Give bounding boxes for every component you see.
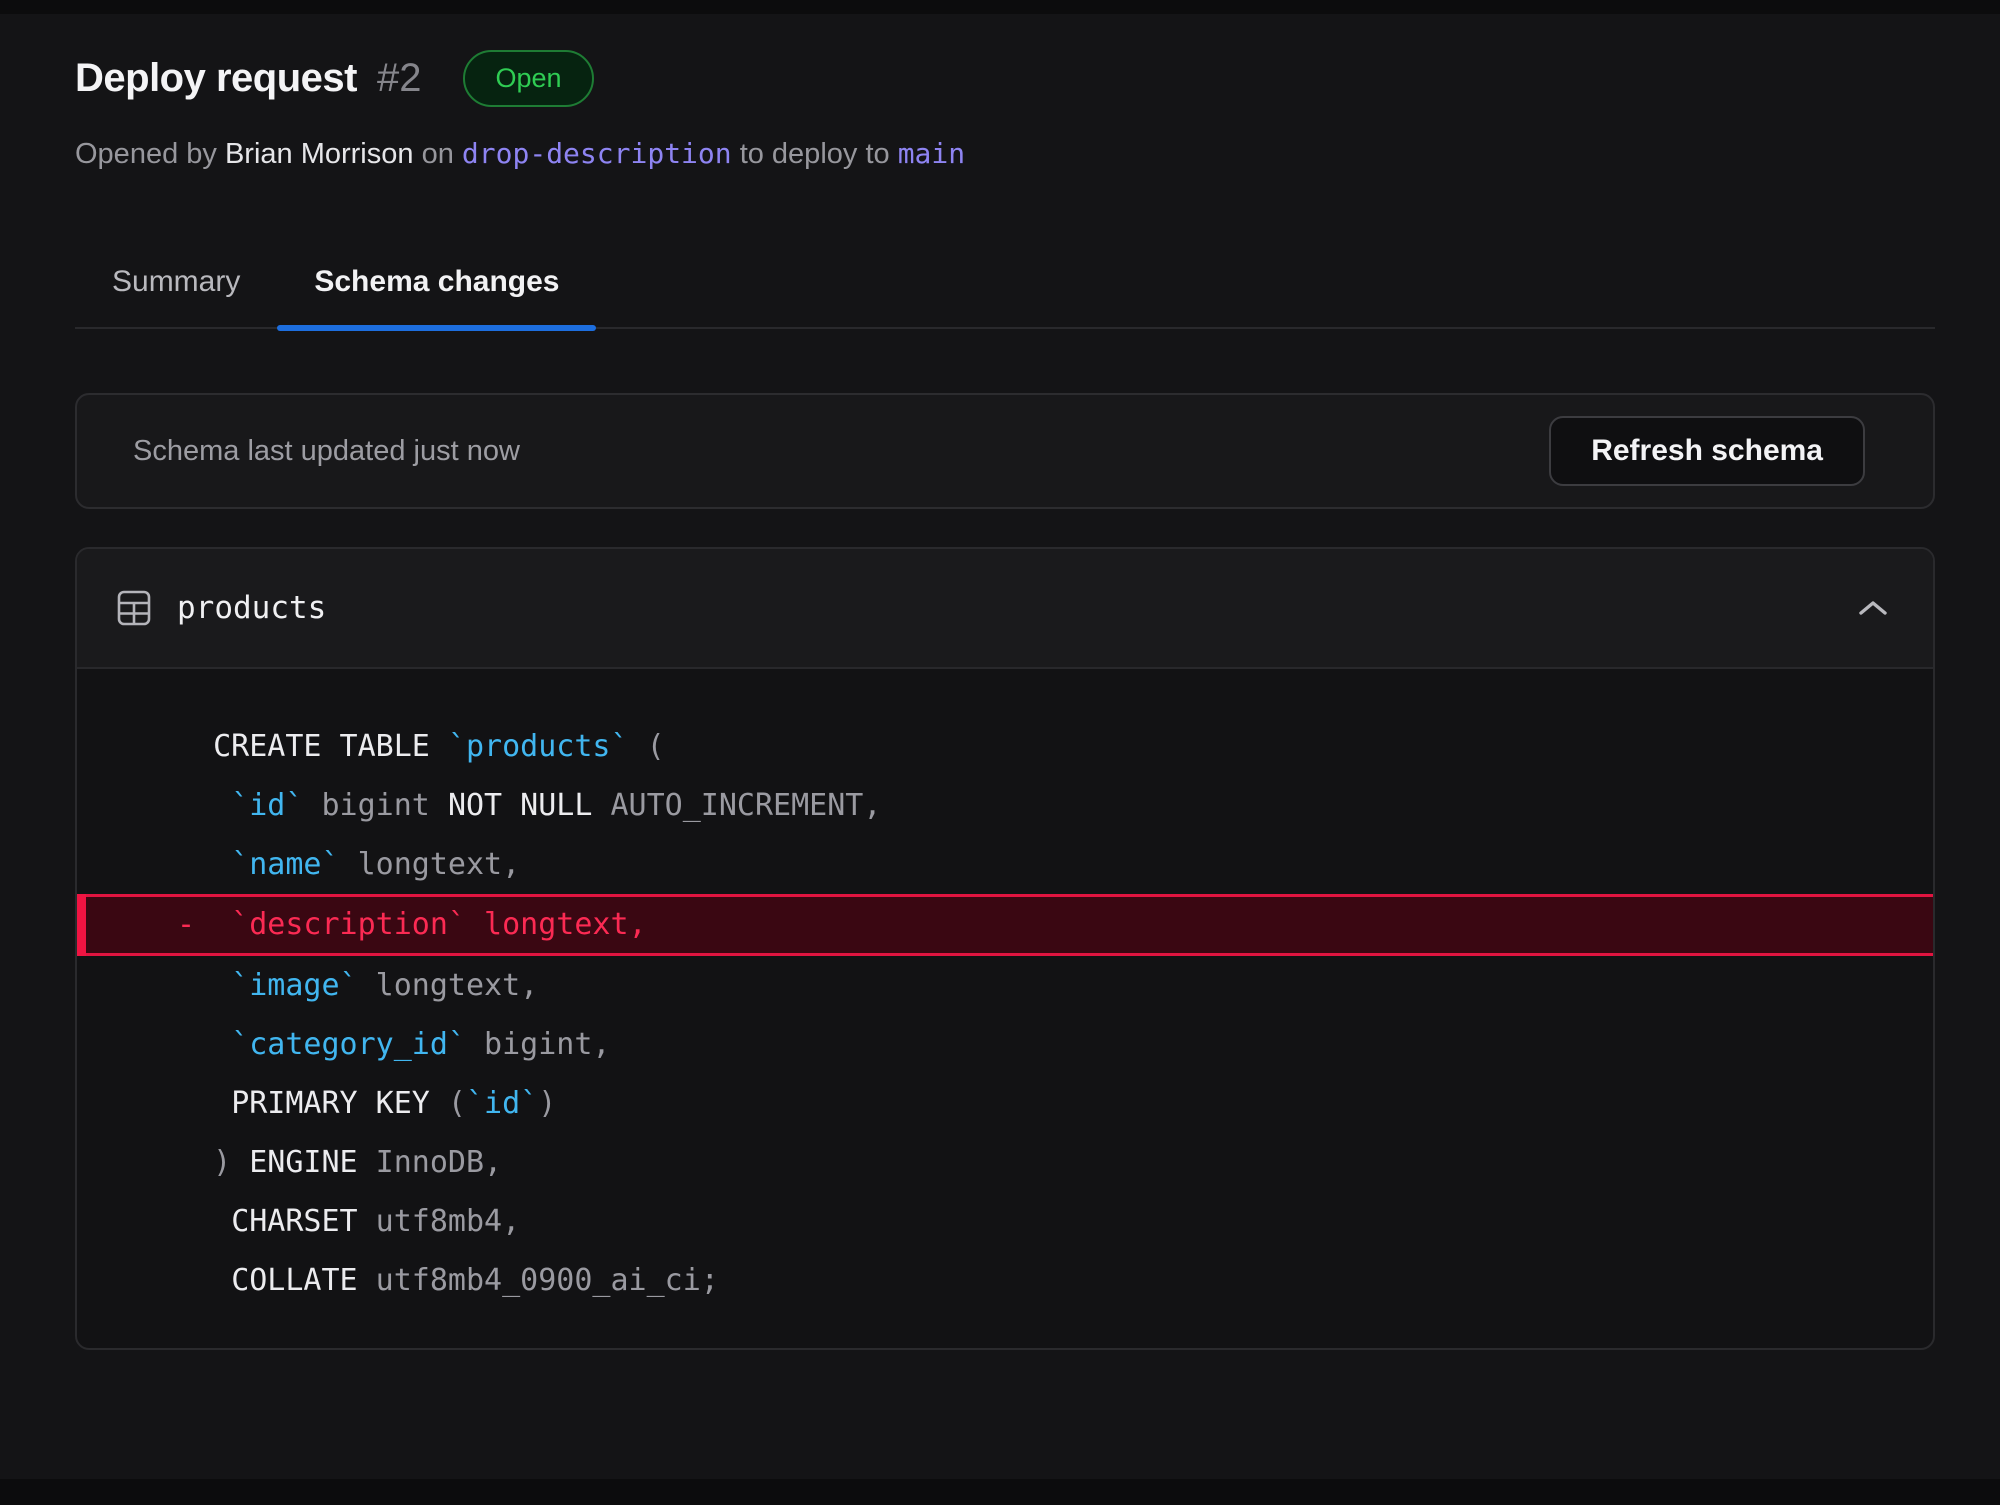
code-line: PRIMARY KEY (`id`) xyxy=(77,1074,1933,1133)
code-line: `image` longtext, xyxy=(77,956,1933,1015)
refresh-schema-button[interactable]: Refresh schema xyxy=(1549,416,1865,486)
page-header: Deploy request #2 Open xyxy=(75,50,1935,107)
source-branch-link[interactable]: drop-description xyxy=(462,137,732,170)
code-line: `category_id` bigint, xyxy=(77,1015,1933,1074)
create-table-statement: CREATE TABLE `products` ( `id` bigint NO… xyxy=(77,669,1933,1348)
subtitle-middle: to deploy to xyxy=(740,138,890,170)
schema-table-card: products CREATE TABLE `products` ( `id` … xyxy=(75,547,1935,1350)
tab-bar: Summary Schema changes xyxy=(75,265,1935,329)
code-line: `id` bigint NOT NULL AUTO_INCREMENT, xyxy=(77,776,1933,835)
tab-summary[interactable]: Summary xyxy=(75,265,277,327)
tab-schema-changes[interactable]: Schema changes xyxy=(277,265,596,327)
code-line: COLLATE utf8mb4_0900_ai_ci; xyxy=(77,1251,1933,1310)
page-title: Deploy request xyxy=(75,56,357,101)
request-number: #2 xyxy=(377,56,422,101)
removed-code-line: - `description` longtext, xyxy=(77,894,1933,956)
table-icon xyxy=(117,590,151,626)
code-line: ) ENGINE InnoDB, xyxy=(77,1133,1933,1192)
table-card-header[interactable]: products xyxy=(77,549,1933,669)
window-bottom-edge xyxy=(0,1479,2000,1505)
code-line: CREATE TABLE `products` ( xyxy=(77,717,1933,776)
window-top-edge xyxy=(0,0,2000,14)
target-branch-link[interactable]: main xyxy=(898,137,965,170)
subtitle-connector: on xyxy=(422,138,454,170)
code-line: CHARSET utf8mb4, xyxy=(77,1192,1933,1251)
subtitle-prefix: Opened by xyxy=(75,138,217,170)
code-line: `name` longtext, xyxy=(77,835,1933,894)
author-name: Brian Morrison xyxy=(225,138,414,170)
deploy-request-page: Deploy request #2 Open Opened by Brian M… xyxy=(0,0,2000,1350)
schema-status-card: Schema last updated just now Refresh sch… xyxy=(75,393,1935,509)
chevron-up-icon[interactable] xyxy=(1857,598,1889,618)
table-name: products xyxy=(177,590,1857,626)
status-badge: Open xyxy=(463,50,593,107)
schema-status-text: Schema last updated just now xyxy=(133,435,1549,468)
request-subtitle: Opened by Brian Morrison on drop-descrip… xyxy=(75,137,1935,171)
